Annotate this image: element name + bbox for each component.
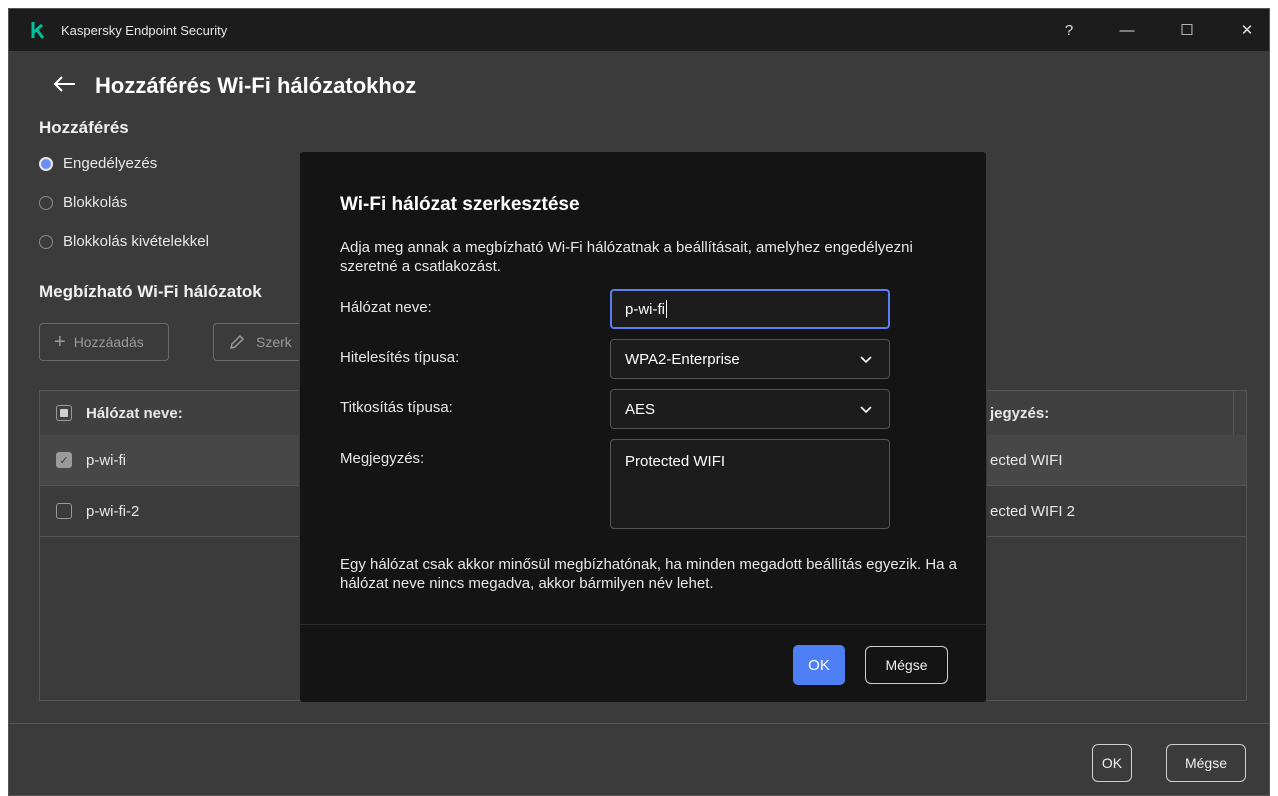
header-name-label: Hálózat neve: (86, 404, 183, 422)
radio-block[interactable]: Blokkolás (39, 194, 127, 211)
add-button-label: Hozzáadás (73, 334, 144, 350)
radio-block-indicator[interactable] (39, 195, 53, 210)
footer-cancel-button[interactable]: Mégse (1166, 744, 1246, 782)
radio-block-exceptions-label: Blokkolás kivételekkel (63, 233, 209, 250)
dialog-divider (300, 624, 986, 625)
help-button[interactable]: ? (1049, 17, 1089, 43)
app-title: Kaspersky Endpoint Security (61, 23, 228, 38)
radio-allow-label: Engedélyezés (63, 155, 158, 172)
comment-label: Megjegyzés: (340, 450, 425, 467)
dialog-description: Adja meg annak a megbízható Wi-Fi hálóza… (340, 239, 913, 275)
comment-textarea[interactable]: Protected WIFI (610, 439, 890, 529)
footer-ok-button[interactable]: OK (1092, 744, 1132, 782)
header-name-cell: Hálózat neve: (56, 391, 183, 435)
minimize-button[interactable]: — (1107, 17, 1147, 43)
kaspersky-logo-icon (31, 22, 45, 39)
radio-block-exceptions-indicator[interactable] (39, 234, 53, 249)
header-comment-label: jegyzés: (990, 404, 1050, 422)
auth-type-label: Hitelesítés típusa: (340, 349, 460, 366)
edit-button-label: Szerk (256, 334, 292, 350)
maximize-button[interactable]: ☐ (1167, 17, 1207, 43)
row-name: p-wi-fi-2 (86, 502, 140, 520)
header-comment-cell: jegyzés: (990, 391, 1049, 435)
encryption-type-value: AES (625, 400, 656, 418)
network-name-label: Hálózat neve: (340, 299, 432, 316)
auth-type-value: WPA2-Enterprise (625, 350, 740, 368)
dialog-ok-button[interactable]: OK (793, 645, 845, 685)
dialog-title: Wi-Fi hálózat szerkesztése (340, 194, 580, 215)
access-section-heading: Hozzáférés (39, 118, 129, 137)
chevron-down-icon (860, 356, 872, 364)
edit-wifi-dialog: Wi-Fi hálózat szerkesztése Adja meg anna… (299, 151, 987, 703)
radio-allow-indicator[interactable] (39, 156, 53, 171)
page-title: Hozzáférés Wi-Fi hálózatokhoz (95, 73, 417, 98)
auth-type-select[interactable]: WPA2-Enterprise (610, 339, 890, 379)
radio-block-exceptions[interactable]: Blokkolás kivételekkel (39, 233, 209, 250)
title-bar: Kaspersky Endpoint Security ? — ☐ ✕ (9, 9, 1269, 51)
radio-block-label: Blokkolás (63, 194, 128, 211)
network-name-value: p-wi-fi (625, 300, 665, 318)
back-arrow-icon[interactable] (49, 71, 79, 97)
row-comment: ected WIFI 2 (990, 502, 1076, 520)
add-button[interactable]: + Hozzáadás (39, 323, 169, 361)
radio-allow[interactable]: Engedélyezés (39, 155, 157, 172)
dialog-note: Egy hálózat csak akkor minősül megbízhat… (340, 556, 958, 592)
row-comment: ected WIFI (990, 451, 1063, 469)
row-name-cell: p-wi-fi-2 (56, 486, 139, 536)
comment-value: Protected WIFI (625, 453, 726, 470)
encryption-type-label: Titkosítás típusa: (340, 399, 453, 416)
select-all-checkbox[interactable] (56, 405, 72, 421)
row-checkbox[interactable]: ✓ (56, 452, 72, 468)
pencil-icon (229, 334, 245, 350)
network-name-input[interactable]: p-wi-fi (610, 289, 890, 329)
row-name-cell: ✓ p-wi-fi (56, 435, 126, 485)
text-cursor (666, 300, 667, 318)
row-name: p-wi-fi (86, 451, 126, 469)
dialog-cancel-button[interactable]: Mégse (865, 646, 948, 684)
plus-icon: + (54, 330, 66, 353)
close-button[interactable]: ✕ (1227, 17, 1267, 43)
chevron-down-icon (860, 406, 872, 414)
trusted-networks-heading: Megbízható Wi-Fi hálózatok (39, 282, 262, 301)
encryption-type-select[interactable]: AES (610, 389, 890, 429)
footer-bar: OK Mégse (9, 723, 1269, 795)
column-divider[interactable] (1233, 391, 1234, 435)
row-checkbox[interactable] (56, 503, 72, 519)
